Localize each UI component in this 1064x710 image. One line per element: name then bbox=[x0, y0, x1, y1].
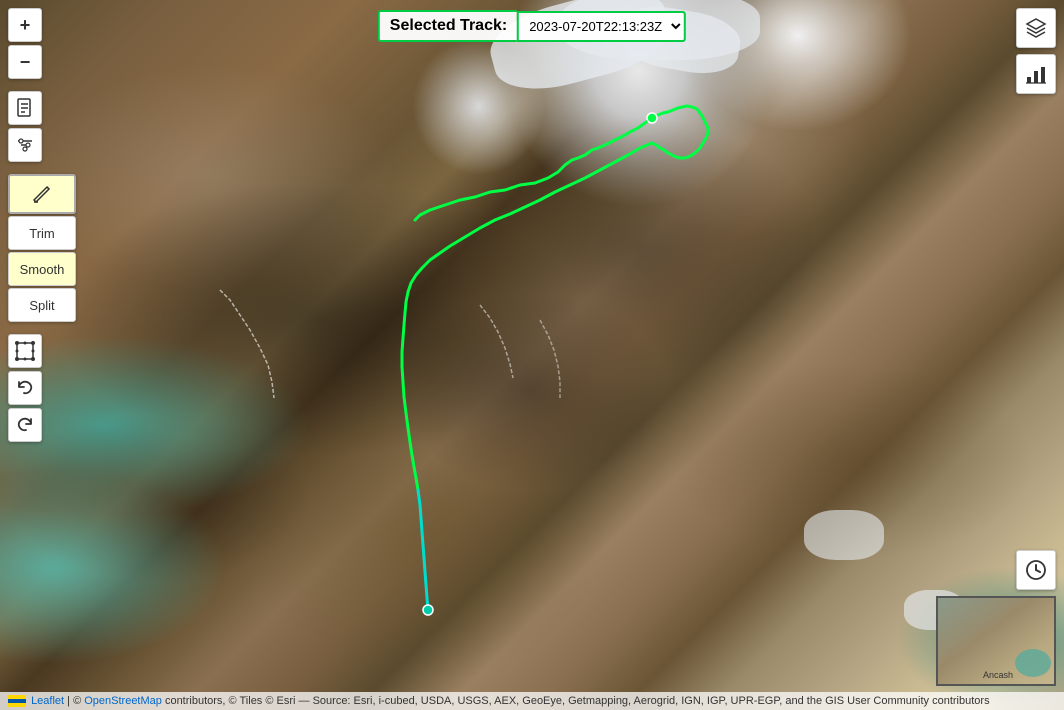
layers-button[interactable] bbox=[1016, 8, 1056, 48]
attribution-bar: Leaflet | © OpenStreetMap contributors, … bbox=[0, 692, 1064, 710]
minimap: Ancash bbox=[936, 596, 1056, 686]
chart-icon bbox=[1025, 63, 1047, 85]
clock-button[interactable] bbox=[1016, 550, 1056, 590]
leaflet-flag bbox=[8, 695, 26, 707]
redo-button[interactable] bbox=[8, 408, 42, 442]
pencil-icon bbox=[31, 183, 53, 205]
attribution-text: | © OpenStreetMap contributors, © Tiles … bbox=[67, 695, 989, 707]
smooth-button[interactable]: Smooth bbox=[8, 252, 76, 286]
minimap-location: Ancash bbox=[983, 670, 1013, 680]
undo-button[interactable] bbox=[8, 371, 42, 405]
zoom-out-button[interactable]: − bbox=[8, 45, 42, 79]
edit-icon-button[interactable] bbox=[8, 174, 76, 214]
trim-button[interactable]: Trim bbox=[8, 216, 76, 250]
document-icon bbox=[16, 98, 34, 118]
track-svg bbox=[0, 0, 1064, 710]
minimap-svg: Ancash bbox=[938, 598, 1056, 686]
osm-link[interactable]: OpenStreetMap bbox=[84, 695, 162, 707]
split-button[interactable]: Split bbox=[8, 288, 76, 322]
redo-icon bbox=[15, 415, 35, 435]
select-tool-button[interactable] bbox=[8, 334, 42, 368]
zoom-in-button[interactable]: + bbox=[8, 8, 42, 42]
left-toolbar: + − bbox=[8, 8, 76, 442]
filter-button[interactable] bbox=[8, 128, 42, 162]
select-icon bbox=[15, 341, 35, 361]
chart-button[interactable] bbox=[1016, 54, 1056, 94]
clock-icon bbox=[1024, 558, 1048, 582]
filter-icon bbox=[15, 135, 35, 155]
track-header: Selected Track: 2023-07-20T22:13:23Z bbox=[378, 10, 686, 42]
map-container[interactable]: Selected Track: 2023-07-20T22:13:23Z + − bbox=[0, 0, 1064, 710]
track-label: Selected Track: bbox=[378, 10, 517, 42]
track-select[interactable]: 2023-07-20T22:13:23Z bbox=[517, 11, 686, 42]
leaflet-link[interactable]: Leaflet bbox=[31, 695, 64, 707]
document-button[interactable] bbox=[8, 91, 42, 125]
right-toolbar bbox=[1016, 8, 1056, 94]
undo-icon bbox=[15, 378, 35, 398]
edit-tool-group: Trim Smooth Split bbox=[8, 174, 76, 322]
layers-icon bbox=[1025, 17, 1047, 39]
